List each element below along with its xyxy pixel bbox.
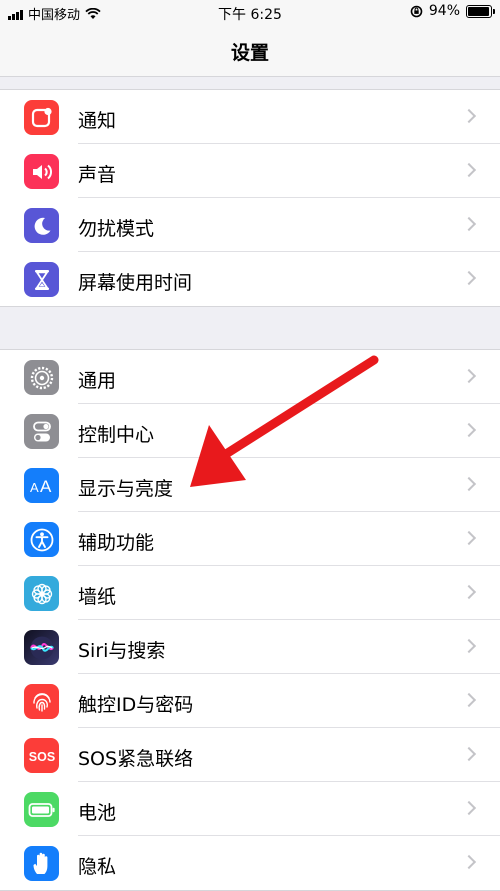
settings-row-label: SOS紧急联络	[78, 748, 194, 770]
hand-icon	[24, 846, 59, 881]
sounds-icon	[24, 154, 59, 189]
battery-icon	[24, 792, 59, 827]
siri-icon	[24, 630, 59, 665]
settings-row-gear[interactable]: 通用	[0, 350, 500, 404]
status-bar: 中国移动 下午 6:25 94%	[0, 0, 500, 24]
settings-row-moon[interactable]: 勿扰模式	[0, 198, 500, 252]
settings-row-label: 隐私	[78, 856, 117, 878]
settings-row-label: 辅助功能	[78, 532, 155, 554]
settings-row-hourglass[interactable]: 屏幕使用时间	[0, 252, 500, 306]
chevron-right-icon	[461, 638, 477, 654]
notifications-icon	[24, 100, 59, 135]
settings-row-sos[interactable]: SOS SOS紧急联络	[0, 728, 500, 782]
settings-row-label: 墙纸	[78, 586, 117, 608]
chevron-right-icon	[461, 162, 477, 178]
chevron-right-icon	[461, 800, 477, 816]
navigation-bar: 设置	[0, 24, 500, 77]
svg-text:A: A	[40, 477, 52, 496]
settings-row-flower[interactable]: 墙纸	[0, 566, 500, 620]
settings-row-fingerprint[interactable]: 触控ID与密码	[0, 674, 500, 728]
rotation-lock-icon	[410, 5, 423, 17]
settings-row-label: Siri与搜索	[78, 640, 166, 662]
settings-row-label: 触控ID与密码	[78, 694, 194, 716]
accessibility-icon	[24, 522, 59, 557]
battery-percent: 94%	[428, 3, 460, 19]
aa-icon: AA	[24, 468, 59, 503]
settings-row-sounds[interactable]: 声音	[0, 144, 500, 198]
settings-group-2: 通用控制中心 A A 显示与亮度辅助功能墙纸 Siri与搜索触控ID与密码 SOS SOS紧…	[0, 349, 500, 891]
chevron-right-icon	[461, 584, 477, 600]
settings-row-aa[interactable]: A A 显示与亮度	[0, 458, 500, 512]
toggles-icon	[24, 414, 59, 449]
chevron-right-icon	[461, 216, 477, 232]
settings-row-toggles[interactable]: 控制中心	[0, 404, 500, 458]
settings-row-label: 通用	[78, 370, 117, 392]
settings-row-label: 勿扰模式	[78, 218, 155, 240]
page-title: 设置	[230, 42, 269, 64]
settings-row-label: 控制中心	[78, 424, 155, 446]
chevron-right-icon	[461, 368, 477, 384]
settings-row-label: 电池	[78, 802, 117, 824]
moon-icon	[24, 208, 59, 243]
chevron-right-icon	[461, 692, 477, 708]
chevron-right-icon	[461, 530, 477, 546]
fingerprint-icon	[24, 684, 59, 719]
settings-row-label: 通知	[78, 110, 117, 132]
chevron-right-icon	[461, 746, 477, 762]
settings-row-accessibility[interactable]: 辅助功能	[0, 512, 500, 566]
settings-row-label: 显示与亮度	[78, 478, 174, 500]
svg-text:SOS: SOS	[28, 750, 54, 764]
flower-icon	[24, 576, 59, 611]
settings-group-1: 通知声音勿扰模式屏幕使用时间	[0, 89, 500, 307]
settings-row-hand[interactable]: 隐私	[0, 836, 500, 890]
settings-row-notifications[interactable]: 通知	[0, 90, 500, 144]
chevron-right-icon	[461, 270, 477, 286]
hourglass-icon	[24, 262, 59, 297]
battery-icon	[466, 4, 495, 18]
gear-icon	[24, 360, 59, 395]
chevron-right-icon	[461, 854, 477, 870]
svg-text:A: A	[30, 480, 39, 495]
chevron-right-icon	[461, 108, 477, 124]
settings-row-battery[interactable]: 电池	[0, 782, 500, 836]
sos-icon: SOS	[24, 738, 59, 773]
settings-row-label: 屏幕使用时间	[78, 272, 193, 294]
chevron-right-icon	[461, 422, 477, 438]
settings-row-label: 声音	[78, 164, 117, 186]
settings-row-siri[interactable]: Siri与搜索	[0, 620, 500, 674]
chevron-right-icon	[461, 476, 477, 492]
